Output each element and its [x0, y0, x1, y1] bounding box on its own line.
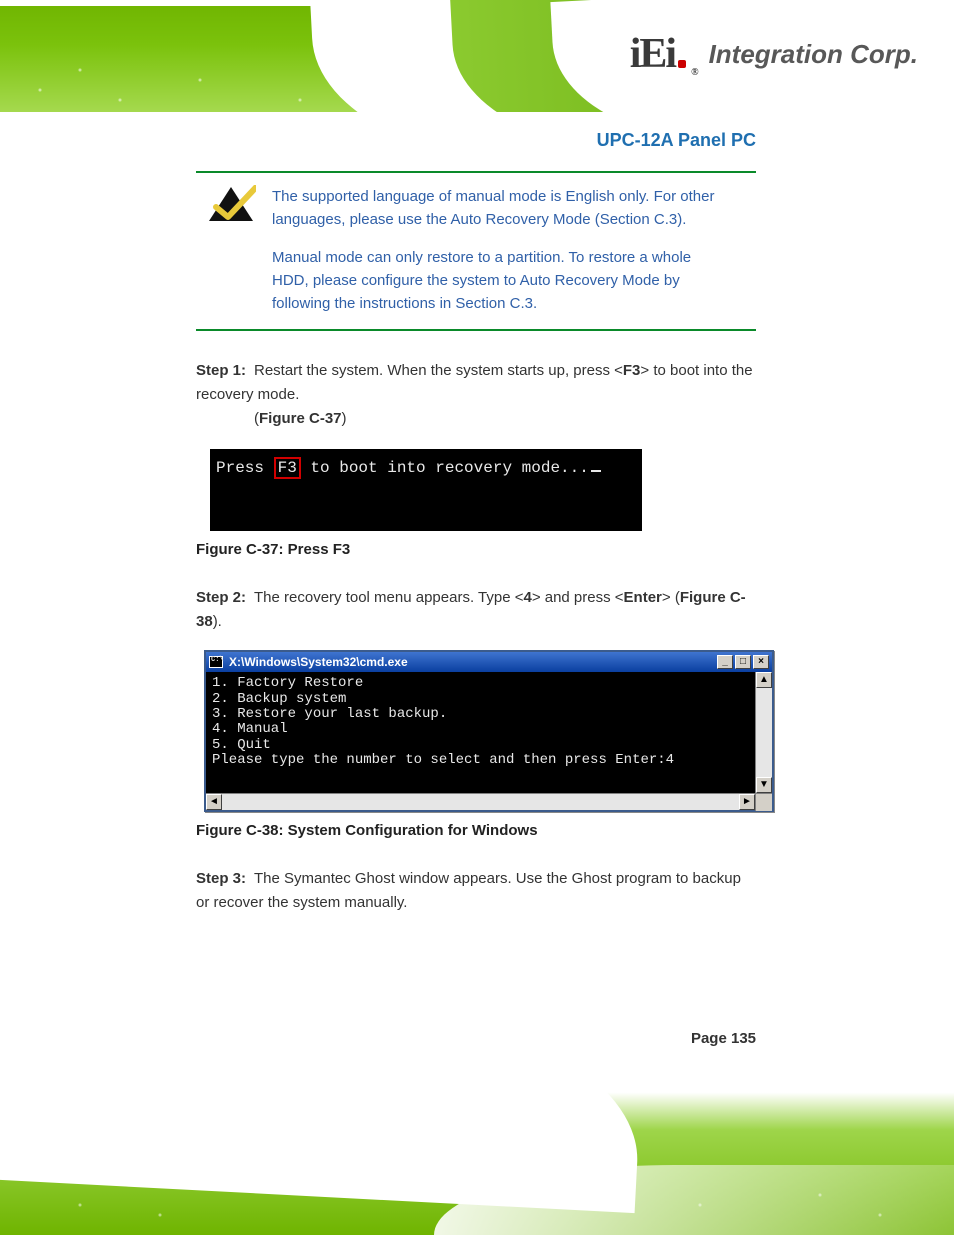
step-number: Step 3:	[196, 867, 254, 891]
scroll-down-icon: ▼	[756, 777, 772, 793]
maximize-icon: □	[735, 655, 751, 669]
highlighted-key: F3	[274, 457, 301, 479]
minimize-icon: _	[717, 655, 733, 669]
cmd-output: 1. Factory Restore 2. Backup system 3. R…	[206, 672, 755, 792]
header-banner: iEi ® Integration Corp.	[0, 0, 954, 112]
cmd-body: 1. Factory Restore 2. Backup system 3. R…	[206, 672, 772, 792]
brand-company-name: Integration Corp.	[709, 39, 918, 70]
brand-block: iEi ® Integration Corp.	[630, 30, 918, 78]
window-buttons: _ □ ×	[717, 655, 769, 669]
footer-banner	[0, 1085, 954, 1235]
scroll-track	[756, 688, 772, 776]
decorative-pcb-pattern	[0, 1085, 954, 1235]
terminal-text: to boot into recovery mode...	[301, 459, 589, 477]
scroll-track	[222, 794, 739, 810]
divider	[196, 329, 756, 331]
brand-registered-mark: ®	[691, 67, 698, 78]
scrollbar-corner	[755, 794, 772, 811]
cmd-title-text: X:\Windows\System32\cmd.exe	[229, 655, 711, 669]
cmd-window-screenshot: X:\Windows\System32\cmd.exe _ □ × 1. Fac…	[204, 650, 774, 811]
info-callout: The supported language of manual mode is…	[196, 179, 756, 321]
step-text: The Symantec Ghost window appears. Use t…	[196, 870, 741, 911]
figure-caption: Figure C-37: Press F3	[196, 541, 756, 558]
page-content: UPC-12A Panel PC The supported language …	[196, 130, 756, 915]
figure-caption: Figure C-38: System Configuration for Wi…	[196, 822, 756, 839]
terminal-screenshot: Press F3 to boot into recovery mode...	[210, 449, 642, 531]
step-2: Step 2:The recovery tool menu appears. T…	[196, 586, 756, 634]
step-text: Restart the system. When the system star…	[196, 362, 753, 403]
product-title: UPC-12A Panel PC	[196, 130, 756, 151]
info-paragraph: Manual mode can only restore to a partit…	[272, 246, 726, 316]
divider	[196, 171, 756, 173]
cmd-titlebar: X:\Windows\System32\cmd.exe _ □ ×	[206, 652, 772, 672]
scroll-right-icon: ►	[739, 794, 755, 810]
step-3: Step 3:The Symantec Ghost window appears…	[196, 867, 756, 915]
step-1: Step 1:Restart the system. When the syst…	[196, 359, 756, 431]
info-paragraph: The supported language of manual mode is…	[272, 185, 726, 232]
step-number: Step 1:	[196, 359, 254, 383]
brand-logo-dot-icon	[678, 60, 686, 68]
key-name: Enter	[624, 589, 662, 606]
cursor-icon	[591, 470, 601, 472]
vertical-scrollbar: ▲ ▼	[755, 672, 772, 792]
brand-logo: iEi ®	[630, 30, 699, 78]
key-name: F3	[623, 362, 641, 379]
page-footer: Page 135	[196, 1030, 756, 1047]
step-number: Step 2:	[196, 586, 254, 610]
horizontal-scrollbar: ◄ ►	[206, 793, 772, 810]
check-icon	[206, 185, 256, 315]
key-name: 4	[523, 589, 531, 606]
terminal-text: Press	[216, 459, 274, 477]
info-text: The supported language of manual mode is…	[272, 185, 726, 315]
page-number: Page 135	[691, 1030, 756, 1047]
scroll-up-icon: ▲	[756, 672, 772, 688]
close-icon: ×	[753, 655, 769, 669]
brand-logo-text: iEi	[630, 30, 675, 78]
figure-reference: (Figure C-37)	[254, 407, 756, 431]
step-text: The recovery tool menu appears. Type <4>…	[196, 589, 746, 630]
scroll-left-icon: ◄	[206, 794, 222, 810]
cmd-system-icon	[209, 656, 223, 668]
